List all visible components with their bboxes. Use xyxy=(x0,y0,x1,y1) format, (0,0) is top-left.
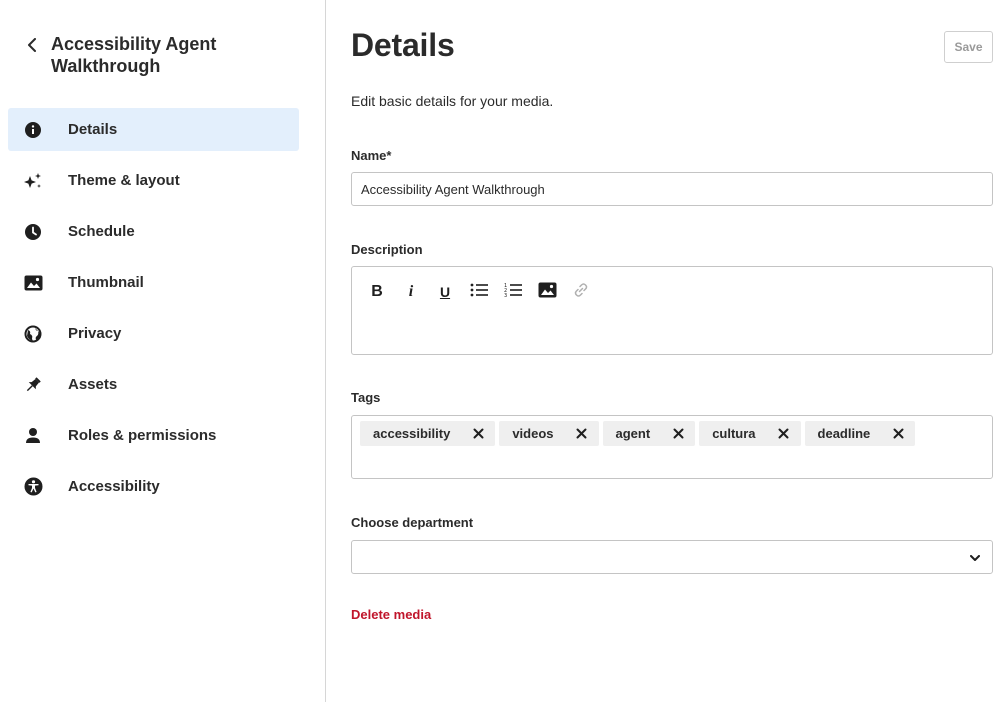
link-icon xyxy=(573,282,589,303)
user-icon xyxy=(23,426,43,446)
tag-label: cultura xyxy=(712,426,756,441)
description-editor[interactable]: B i U 123 xyxy=(351,266,993,355)
insert-link-button[interactable] xyxy=(570,281,592,303)
image-icon xyxy=(538,282,557,303)
editor-toolbar: B i U 123 xyxy=(366,281,604,303)
sidebar-item-label: Details xyxy=(68,121,118,138)
tag-label: deadline xyxy=(817,426,871,441)
svg-text:3: 3 xyxy=(504,293,507,298)
sidebar-item-label: Schedule xyxy=(68,223,135,240)
italic-button[interactable]: i xyxy=(400,281,422,303)
save-button[interactable]: Save xyxy=(944,31,993,63)
department-select[interactable] xyxy=(351,540,993,574)
tag-chip: videos xyxy=(499,421,599,446)
close-icon[interactable] xyxy=(778,428,790,440)
clock-icon xyxy=(23,222,43,242)
sidebar-nav: Details Theme & layout Schedule Thumbnai… xyxy=(8,108,299,516)
numbered-list-button[interactable]: 123 xyxy=(502,281,524,303)
info-icon xyxy=(23,120,43,140)
close-icon[interactable] xyxy=(576,428,588,440)
sidebar-item-label: Assets xyxy=(68,376,118,393)
numbered-list-icon: 123 xyxy=(504,282,522,303)
bullet-list-icon xyxy=(470,282,488,303)
tag-label: accessibility xyxy=(373,426,451,441)
insert-image-button[interactable] xyxy=(536,281,558,303)
chevron-down-icon xyxy=(969,552,981,564)
name-field-label: Name* xyxy=(351,148,391,163)
back-row: Accessibility Agent Walkthrough xyxy=(24,33,251,77)
sidebar-item-label: Theme & layout xyxy=(68,172,180,189)
delete-media-link[interactable]: Delete media xyxy=(351,607,431,622)
sidebar-item-roles-permissions[interactable]: Roles & permissions xyxy=(8,414,299,457)
globe-icon xyxy=(23,324,43,344)
sidebar-item-label: Accessibility xyxy=(68,478,160,495)
sidebar: Accessibility Agent Walkthrough Details … xyxy=(0,0,326,702)
close-icon[interactable] xyxy=(892,428,904,440)
sparkles-icon xyxy=(23,171,43,191)
tag-chip: agent xyxy=(602,421,696,446)
bullet-list-button[interactable] xyxy=(468,281,490,303)
image-icon xyxy=(23,273,43,293)
name-input[interactable] xyxy=(351,172,993,206)
tags-input[interactable]: accessibility videos agent cultura deadl… xyxy=(351,415,993,479)
sidebar-item-label: Roles & permissions xyxy=(68,427,217,444)
bold-icon: B xyxy=(371,283,383,300)
bold-button[interactable]: B xyxy=(366,281,388,303)
underline-button[interactable]: U xyxy=(434,281,456,303)
media-title: Accessibility Agent Walkthrough xyxy=(51,34,217,76)
tag-chip: accessibility xyxy=(360,421,496,446)
page-title: Details xyxy=(351,27,455,63)
close-icon[interactable] xyxy=(672,428,684,440)
close-icon[interactable] xyxy=(472,428,484,440)
tag-chip: cultura xyxy=(699,421,801,446)
tag-chip: deadline xyxy=(804,421,916,446)
tag-label: videos xyxy=(512,426,554,441)
page-subtitle: Edit basic details for your media. xyxy=(351,93,554,109)
main-content: Details Save Edit basic details for your… xyxy=(351,0,994,702)
sidebar-item-theme-layout[interactable]: Theme & layout xyxy=(8,159,299,202)
sidebar-item-privacy[interactable]: Privacy xyxy=(8,312,299,355)
name-label-text: Name xyxy=(351,148,387,163)
sidebar-item-details[interactable]: Details xyxy=(8,108,299,151)
sidebar-item-assets[interactable]: Assets xyxy=(8,363,299,406)
tags-label: Tags xyxy=(351,390,381,405)
department-label: Choose department xyxy=(351,515,474,530)
accessibility-icon xyxy=(23,477,43,497)
italic-icon: i xyxy=(408,283,414,300)
chevron-left-icon[interactable] xyxy=(24,36,40,54)
sidebar-item-schedule[interactable]: Schedule xyxy=(8,210,299,253)
description-label: Description xyxy=(351,242,423,257)
sidebar-item-accessibility[interactable]: Accessibility xyxy=(8,465,299,508)
underline-icon: U xyxy=(439,284,451,300)
pin-icon xyxy=(23,375,43,395)
sidebar-item-label: Thumbnail xyxy=(68,274,144,291)
tag-label: agent xyxy=(615,426,651,441)
sidebar-item-label: Privacy xyxy=(68,325,122,342)
sidebar-item-thumbnail[interactable]: Thumbnail xyxy=(8,261,299,304)
required-mark: * xyxy=(386,148,392,163)
tag-list: accessibility videos agent cultura deadl… xyxy=(360,421,984,446)
